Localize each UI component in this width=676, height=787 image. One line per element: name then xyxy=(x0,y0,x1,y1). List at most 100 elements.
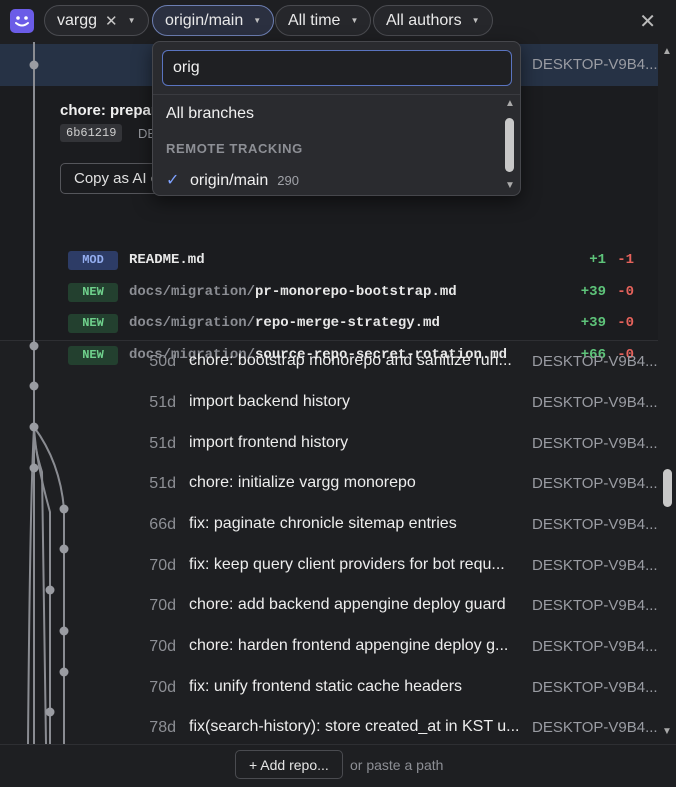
commit-message: fix: unify frontend static cache headers xyxy=(189,678,463,695)
commit-node xyxy=(29,341,39,351)
commit-message: fix: keep query client providers for bot… xyxy=(189,556,505,573)
commit-row[interactable]: 70d chore: add backend appengine deploy … xyxy=(0,585,658,626)
close-icon[interactable]: ✕ xyxy=(639,9,656,34)
commit-age: 70d xyxy=(149,557,176,574)
authors-filter-chip[interactable]: All authors ▼ xyxy=(373,5,493,36)
branch-name: origin/main xyxy=(190,172,269,189)
scroll-thumb[interactable] xyxy=(505,118,514,172)
divider xyxy=(153,94,520,95)
commit-node xyxy=(59,667,69,677)
commit-message: fix: paginate chronicle sitemap entries xyxy=(189,515,457,532)
commit-author: DESKTOP-V9B4... xyxy=(532,719,658,736)
commit-graph xyxy=(27,42,69,744)
file-path: docs/migration/repo-merge-strategy.md xyxy=(129,315,440,331)
commit-author: DESKTOP-V9B4... xyxy=(532,638,658,655)
deletions-count: -0 xyxy=(617,284,634,300)
commit-age: 66d xyxy=(149,516,176,533)
paste-path-hint: or paste a path xyxy=(350,757,444,773)
deletions-count: -0 xyxy=(617,315,634,331)
list-scrollbar[interactable]: ▲ ▼ xyxy=(659,42,676,744)
commit-author: DESKTOP-V9B4... xyxy=(532,679,658,696)
repo-filter-label: vargg xyxy=(57,11,98,29)
commit-row[interactable]: 78d fix(search-history): store created_a… xyxy=(0,707,658,744)
commit-author: DESKTOP-V9B4... xyxy=(532,56,658,73)
check-icon: ✓ xyxy=(166,172,180,189)
commit-row[interactable]: 70d chore: harden frontend appengine dep… xyxy=(0,626,658,667)
commit-author: DESKTOP-V9B4... xyxy=(532,475,658,492)
commit-row[interactable]: 50d chore: bootstrap monorepo and saniti… xyxy=(0,341,658,382)
scroll-up-icon[interactable]: ▲ xyxy=(505,98,515,109)
deletions-count: -1 xyxy=(617,252,634,268)
branch-filter-label: origin/main xyxy=(165,11,244,29)
additions-count: +1 xyxy=(589,252,606,268)
commit-node xyxy=(59,626,69,636)
file-row[interactable]: NEW docs/migration/pr-monorepo-bootstrap… xyxy=(68,281,638,303)
time-filter-label: All time xyxy=(288,11,341,29)
commit-node xyxy=(45,585,55,595)
chevron-down-icon: ▼ xyxy=(471,16,480,25)
commit-message: chore: harden frontend appengine deploy … xyxy=(189,637,509,654)
commit-author: DESKTOP-V9B4... xyxy=(532,435,658,452)
authors-filter-label: All authors xyxy=(386,11,462,29)
branch-search-input[interactable] xyxy=(162,50,512,86)
commit-node xyxy=(45,707,55,717)
commit-age: 51d xyxy=(149,475,176,492)
commit-row[interactable]: 70d fix: unify frontend static cache hea… xyxy=(0,667,658,708)
commit-age: 70d xyxy=(149,638,176,655)
scroll-up-icon[interactable]: ▲ xyxy=(662,46,672,57)
commit-row[interactable]: 66d fix: paginate chronicle sitemap entr… xyxy=(0,504,658,545)
commit-age: 50d xyxy=(149,353,176,370)
commit-age: 51d xyxy=(149,394,176,411)
commit-author: DESKTOP-V9B4... xyxy=(532,516,658,533)
commit-row[interactable]: 51d import backend history DESKTOP-V9B4.… xyxy=(0,382,658,423)
time-filter-chip[interactable]: All time ▼ xyxy=(275,5,372,36)
commit-message: import backend history xyxy=(189,393,350,410)
scroll-down-icon[interactable]: ▼ xyxy=(505,180,515,191)
commit-age: 78d xyxy=(149,719,176,736)
file-path: README.md xyxy=(129,252,205,268)
branch-commit-count: 290 xyxy=(277,173,299,188)
commit-message: import frontend history xyxy=(189,434,349,451)
commit-author: DESKTOP-V9B4... xyxy=(532,394,658,411)
commit-author: DESKTOP-V9B4... xyxy=(532,353,658,370)
commit-author: DESKTOP-V9B4... xyxy=(532,597,658,614)
commit-node xyxy=(29,60,39,70)
additions-count: +39 xyxy=(580,315,606,331)
commit-message: fix(search-history): store created_at in… xyxy=(189,718,520,735)
chevron-down-icon: ▼ xyxy=(350,16,359,25)
clear-repo-icon[interactable]: ✕ xyxy=(105,12,118,30)
file-row[interactable]: NEW docs/migration/repo-merge-strategy.m… xyxy=(68,312,638,334)
dropdown-scrollbar[interactable]: ▲ ▼ xyxy=(503,98,517,192)
app-logo-icon xyxy=(10,9,34,33)
commit-message: chore: bootstrap monorepo and sanitize r… xyxy=(189,352,512,369)
footer: + Add repo... or paste a path xyxy=(0,744,676,787)
commit-age: 51d xyxy=(149,435,176,452)
chevron-down-icon: ▼ xyxy=(253,16,262,25)
all-branches-option[interactable]: All branches xyxy=(166,105,254,123)
branch-filter-chip[interactable]: origin/main ▼ xyxy=(152,5,275,36)
scroll-down-icon[interactable]: ▼ xyxy=(662,726,672,737)
additions-count: +39 xyxy=(580,284,606,300)
file-row[interactable]: MOD README.md +1 -1 xyxy=(68,249,638,271)
commit-author: DESKTOP-V9B4... xyxy=(532,557,658,574)
commit-node xyxy=(29,381,39,391)
file-path: docs/migration/pr-monorepo-bootstrap.md xyxy=(129,284,457,300)
commit-message: chore: add backend appengine deploy guar… xyxy=(189,596,506,613)
commit-node xyxy=(59,504,69,514)
section-header: REMOTE TRACKING xyxy=(166,141,303,156)
commit-age: 70d xyxy=(149,679,176,696)
branch-option[interactable]: ✓ origin/main 290 xyxy=(166,170,299,190)
commit-row[interactable]: 51d chore: initialize vargg monorepo DES… xyxy=(0,463,658,504)
branch-dropdown: All branches REMOTE TRACKING ✓ origin/ma… xyxy=(152,41,521,196)
commit-row[interactable]: 51d import frontend history DESKTOP-V9B4… xyxy=(0,423,658,464)
commit-node xyxy=(59,544,69,554)
commit-node xyxy=(29,422,39,432)
commit-age: 70d xyxy=(149,597,176,614)
filter-bar: vargg ✕ ▼ origin/main ▼ All time ▼ All a… xyxy=(0,0,676,42)
commit-row[interactable]: 70d fix: keep query client providers for… xyxy=(0,545,658,586)
chevron-down-icon: ▼ xyxy=(127,16,136,25)
add-repo-button[interactable]: + Add repo... xyxy=(235,750,343,779)
commit-node xyxy=(29,463,39,473)
scroll-thumb[interactable] xyxy=(663,469,672,507)
repo-filter-chip[interactable]: vargg ✕ ▼ xyxy=(44,5,149,36)
